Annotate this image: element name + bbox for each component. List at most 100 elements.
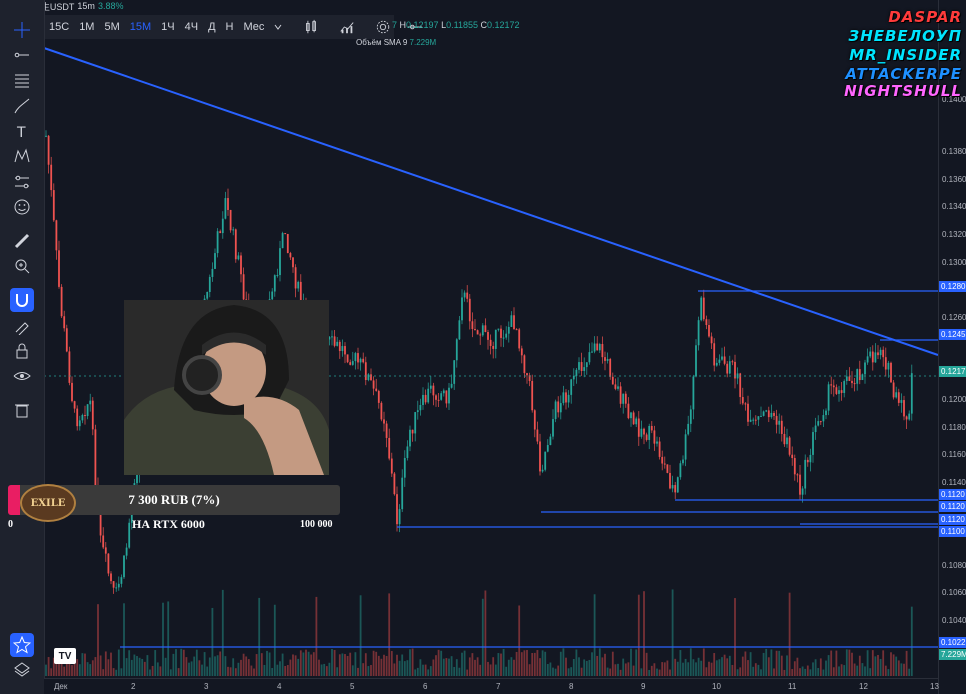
timeframe-6[interactable]: Д	[203, 21, 220, 33]
magnet-icon[interactable]	[10, 288, 34, 312]
volume-bar	[354, 652, 357, 676]
volume-bar	[63, 666, 66, 676]
candle-body	[377, 390, 380, 403]
volume-bar	[234, 668, 237, 676]
crosshair-icon[interactable]	[10, 18, 34, 42]
timeframe-4[interactable]: 1Ч	[156, 21, 179, 33]
prediction-icon[interactable]	[10, 170, 34, 194]
volume-bar	[450, 656, 453, 676]
volume-bar	[216, 655, 219, 676]
volume-bar	[619, 669, 622, 676]
price-axis[interactable]: 0.1400 0.1380 0.1360 0.1340 0.1320 0.1300 0.12…	[938, 0, 966, 694]
price-tag-4: 0.1120	[939, 501, 966, 512]
trend-line-icon[interactable]	[10, 43, 34, 67]
eye-icon[interactable]	[10, 364, 34, 388]
candle-body	[697, 320, 700, 346]
timeframe-5[interactable]: 4Ч	[180, 21, 203, 33]
candle-body	[611, 376, 614, 385]
candle-body	[523, 355, 526, 374]
tradingview-logo[interactable]: TV	[54, 648, 76, 664]
volume-bar	[273, 604, 276, 676]
symbol-change: 3.88%	[97, 1, 124, 11]
volume-bar	[559, 651, 562, 676]
fib-icon[interactable]	[10, 68, 34, 92]
volume-bar	[120, 668, 123, 676]
volume-bar	[167, 601, 170, 676]
candle-body	[380, 402, 383, 420]
volume-legend[interactable]: Объём SMA 9 7.229M	[356, 38, 436, 47]
volume-bar	[331, 649, 333, 676]
timeframe-1[interactable]: 1М	[74, 21, 99, 33]
volume-bar	[364, 653, 367, 676]
candle-type-icon[interactable]	[303, 18, 319, 36]
volume-bar	[294, 655, 297, 676]
volume-bar	[531, 652, 534, 676]
brush-icon[interactable]	[10, 94, 34, 118]
candle-body	[232, 229, 235, 231]
volume-bar	[879, 658, 882, 676]
candle-body	[110, 573, 112, 582]
candle-body	[484, 325, 487, 333]
star-icon[interactable]	[10, 633, 34, 657]
volume-bar	[796, 657, 799, 676]
candle-body	[679, 463, 682, 478]
price-label-4: 0.1320	[942, 230, 966, 239]
candle-body	[427, 388, 430, 403]
candle-body	[440, 393, 443, 400]
volume-bar	[310, 654, 313, 676]
layers-icon[interactable]	[10, 658, 34, 682]
candle-body	[372, 380, 375, 389]
timeframe-2[interactable]: 5М	[99, 21, 124, 33]
volume-bar	[773, 668, 775, 676]
volume-bar	[411, 648, 414, 676]
volume-bar	[843, 665, 846, 676]
volume-bar	[489, 664, 492, 676]
candle-body	[52, 190, 55, 221]
volume-bar	[765, 648, 768, 676]
candle-body	[661, 456, 664, 464]
price-tag-6: 0.1100	[939, 526, 966, 537]
candle-body	[827, 384, 830, 411]
price-label-11: 0.1080	[942, 561, 966, 570]
indicators-icon[interactable]	[339, 18, 355, 36]
volume-bar	[539, 658, 541, 676]
candle-body	[536, 429, 539, 442]
pattern-icon[interactable]	[10, 144, 34, 168]
time-label-1: 2	[131, 682, 136, 691]
overlay-name-3: ATTACKERPE	[845, 65, 962, 83]
time-label-9: 10	[712, 682, 721, 691]
gear-icon[interactable]	[375, 18, 391, 36]
volume-bar	[156, 662, 159, 676]
text-icon[interactable]: T	[10, 119, 34, 143]
candle-body	[814, 425, 817, 433]
emoji-icon[interactable]	[10, 195, 34, 219]
volume-bar	[630, 648, 632, 676]
lock-icon[interactable]	[10, 339, 34, 363]
timeframe-0[interactable]: 15С	[44, 21, 74, 33]
timeframe-3[interactable]: 15М	[125, 21, 156, 33]
streamer-webcam	[124, 300, 329, 475]
candle-body	[370, 374, 372, 381]
volume-bar	[219, 651, 222, 676]
ruler-icon[interactable]	[10, 229, 34, 253]
candle-body	[344, 346, 346, 355]
candle-body	[799, 474, 801, 495]
time-axis[interactable]: Дек 2 3 4 5 6 7 8 9 10 11 12 13	[44, 678, 939, 694]
volume-bar	[224, 656, 227, 676]
volume-bar	[827, 655, 830, 676]
candle-body	[227, 198, 229, 210]
candle-body	[107, 553, 110, 574]
timeframe-7[interactable]: Н	[221, 21, 239, 33]
volume-bar	[297, 658, 300, 676]
candle-body	[752, 419, 755, 421]
chevron-down-icon[interactable]	[273, 18, 283, 36]
volume-bar	[484, 590, 487, 676]
zoom-icon[interactable]	[10, 254, 34, 278]
volume-bar	[175, 649, 177, 676]
candle-body	[674, 485, 677, 493]
trash-icon[interactable]	[10, 398, 34, 422]
volume-bar	[770, 649, 773, 676]
lock-drawing-icon[interactable]	[10, 314, 34, 338]
time-label-6: 7	[496, 682, 501, 691]
timeframe-8[interactable]: Мес	[238, 21, 269, 33]
